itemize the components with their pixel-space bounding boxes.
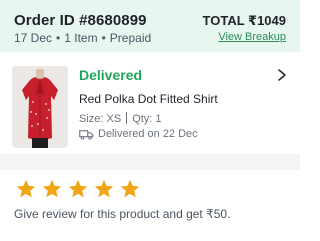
- product-size: Size: XS: [79, 113, 122, 125]
- chevron-right-icon[interactable]: [276, 68, 288, 82]
- star-icon[interactable]: [119, 178, 141, 200]
- review-prompt: Give review for this product and get ₹50…: [14, 207, 231, 221]
- order-item-card[interactable]: Delivered Red Polka Dot Fitted Shirt Siz…: [0, 52, 300, 154]
- product-qty: Qty: 1: [132, 113, 162, 125]
- product-image: [12, 66, 68, 148]
- star-rating[interactable]: [15, 178, 145, 200]
- star-icon[interactable]: [15, 178, 37, 200]
- delivered-on: Delivered on 22 Dec: [79, 128, 198, 140]
- delivery-truck-icon: [79, 129, 94, 140]
- order-date: 17 Dec: [14, 31, 53, 45]
- order-id: Order ID #8680899: [14, 12, 147, 29]
- star-icon[interactable]: [41, 178, 63, 200]
- order-total: TOTAL ₹1049: [202, 13, 286, 28]
- review-section: Give review for this product and get ₹50…: [0, 170, 300, 241]
- order-header: Order ID #8680899 17 Dec • 1 Item • Prepaid …: [0, 0, 300, 52]
- section-divider: [0, 154, 300, 170]
- size-qty: Size: XS Qty: 1: [79, 112, 162, 125]
- size-qty-divider: [126, 112, 128, 124]
- delivered-on-text: Delivered on 22 Dec: [98, 128, 198, 140]
- payment-mode: Prepaid: [109, 31, 152, 45]
- order-item-count: 1 Item: [64, 31, 98, 45]
- star-icon[interactable]: [93, 178, 115, 200]
- meta-separator: •: [56, 31, 61, 45]
- star-icon[interactable]: [67, 178, 89, 200]
- product-name: Red Polka Dot Fitted Shirt: [79, 92, 218, 106]
- view-breakup-link[interactable]: View Breakup: [218, 31, 286, 43]
- meta-separator: •: [101, 31, 106, 45]
- delivery-status: Delivered: [79, 67, 143, 83]
- order-meta: 17 Dec • 1 Item • Prepaid: [14, 31, 151, 45]
